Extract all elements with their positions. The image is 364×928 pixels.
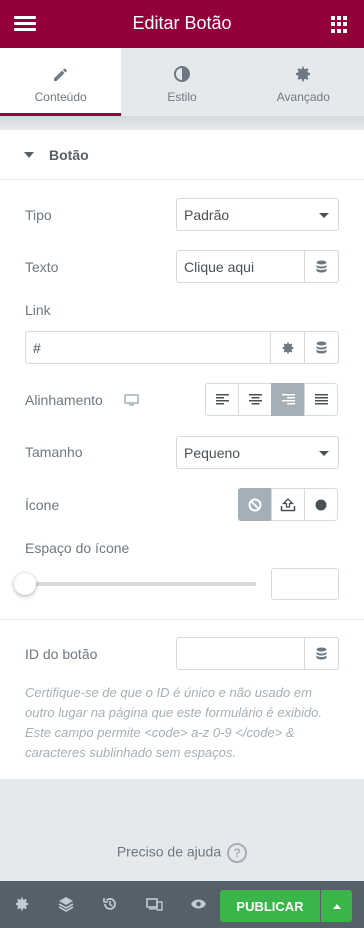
icone-label: Ícone [25, 497, 60, 513]
dynamic-tags-button[interactable] [304, 331, 339, 364]
section-title: Botão [49, 146, 89, 163]
circle-icon [315, 499, 327, 510]
upload-icon [280, 497, 296, 511]
icon-spacing-input[interactable] [271, 568, 339, 600]
icon-spacing-slider-handle[interactable] [14, 573, 36, 595]
controls-panel: Botão Tipo Padrão Texto Clique aqui Link… [0, 130, 364, 779]
ban-icon [248, 498, 262, 511]
icon-library-button[interactable] [304, 488, 338, 521]
tipo-label: Tipo [25, 207, 52, 223]
icon-upload-button[interactable] [271, 488, 305, 521]
link-value: # [33, 340, 41, 356]
layers-icon[interactable] [57, 895, 75, 913]
bottom-toolbar: PUBLICAR [0, 881, 364, 928]
texto-input[interactable]: Clique aqui [176, 250, 305, 283]
tab-conteudo[interactable]: Conteúdo [0, 48, 122, 116]
texto-value: Clique aqui [184, 259, 255, 275]
icon-type-group [238, 488, 338, 521]
panel-tabs: Conteúdo Estilo Avançado [0, 48, 364, 116]
id-help-text: Certifique-se de que o ID é único e não … [25, 685, 323, 760]
dropdown-arrow-icon [319, 451, 329, 456]
tab-avancado[interactable]: Avançado [243, 48, 364, 116]
responsive-icon[interactable] [145, 895, 163, 913]
dynamic-tags-button[interactable] [304, 637, 339, 670]
pencil-icon [53, 68, 67, 81]
align-right-icon [281, 394, 295, 405]
align-left-icon [215, 394, 229, 405]
id-botao-label: ID do botão [25, 646, 98, 662]
link-label: Link [25, 302, 51, 318]
contrast-icon [173, 66, 190, 82]
database-icon [316, 647, 327, 660]
settings-icon[interactable] [13, 895, 31, 913]
texto-label: Texto [25, 259, 59, 275]
desktop-icon[interactable] [124, 394, 139, 406]
align-right-button[interactable] [271, 383, 305, 416]
alignment-group [205, 383, 338, 416]
publish-options-button[interactable] [321, 890, 352, 922]
tab-label: Conteúdo [34, 90, 87, 104]
alinhamento-label: Alinhamento [25, 392, 103, 408]
caret-up-icon [332, 903, 341, 909]
tab-estilo[interactable]: Estilo [121, 48, 242, 116]
section-divider [0, 619, 364, 620]
tamanho-select[interactable]: Pequeno [176, 436, 339, 469]
dropdown-arrow-icon [319, 213, 329, 218]
align-center-icon [248, 394, 262, 405]
dynamic-tags-button[interactable] [304, 250, 339, 283]
tab-label: Estilo [167, 90, 197, 104]
editor-header: Editar Botão [0, 0, 364, 48]
align-justify-button[interactable] [304, 383, 338, 416]
database-icon [316, 260, 327, 273]
section-toggle[interactable]: Botão [0, 130, 364, 180]
align-left-button[interactable] [205, 383, 239, 416]
database-icon [316, 341, 327, 354]
link-options-button[interactable] [270, 331, 305, 364]
publish-button[interactable]: PUBLICAR [220, 890, 320, 922]
align-justify-icon [314, 394, 328, 405]
link-input[interactable]: # [25, 331, 271, 364]
align-center-button[interactable] [238, 383, 272, 416]
caret-down-icon [24, 151, 34, 158]
gear-icon [282, 341, 293, 354]
panel-title: Editar Botão [132, 13, 232, 33]
help-link[interactable]: Preciso de ajuda? [0, 843, 364, 863]
history-icon[interactable] [101, 895, 119, 913]
tamanho-value: Pequeno [184, 445, 241, 461]
gear-icon [296, 66, 311, 82]
preview-eye-icon[interactable] [189, 895, 207, 913]
tabs-separator [0, 116, 364, 130]
espaco-icone-label: Espaço do ícone [25, 540, 130, 556]
grid-icon[interactable] [331, 16, 348, 33]
tamanho-label: Tamanho [25, 444, 83, 460]
tipo-value: Padrão [184, 207, 230, 223]
help-text: Preciso de ajuda [116, 843, 222, 860]
tab-label: Avançado [276, 90, 330, 104]
icon-spacing-slider-track[interactable] [25, 582, 256, 586]
icon-none-button[interactable] [238, 488, 272, 521]
tipo-select[interactable]: Padrão [176, 198, 339, 231]
id-botao-input[interactable] [176, 637, 305, 670]
question-icon: ? [227, 843, 248, 863]
